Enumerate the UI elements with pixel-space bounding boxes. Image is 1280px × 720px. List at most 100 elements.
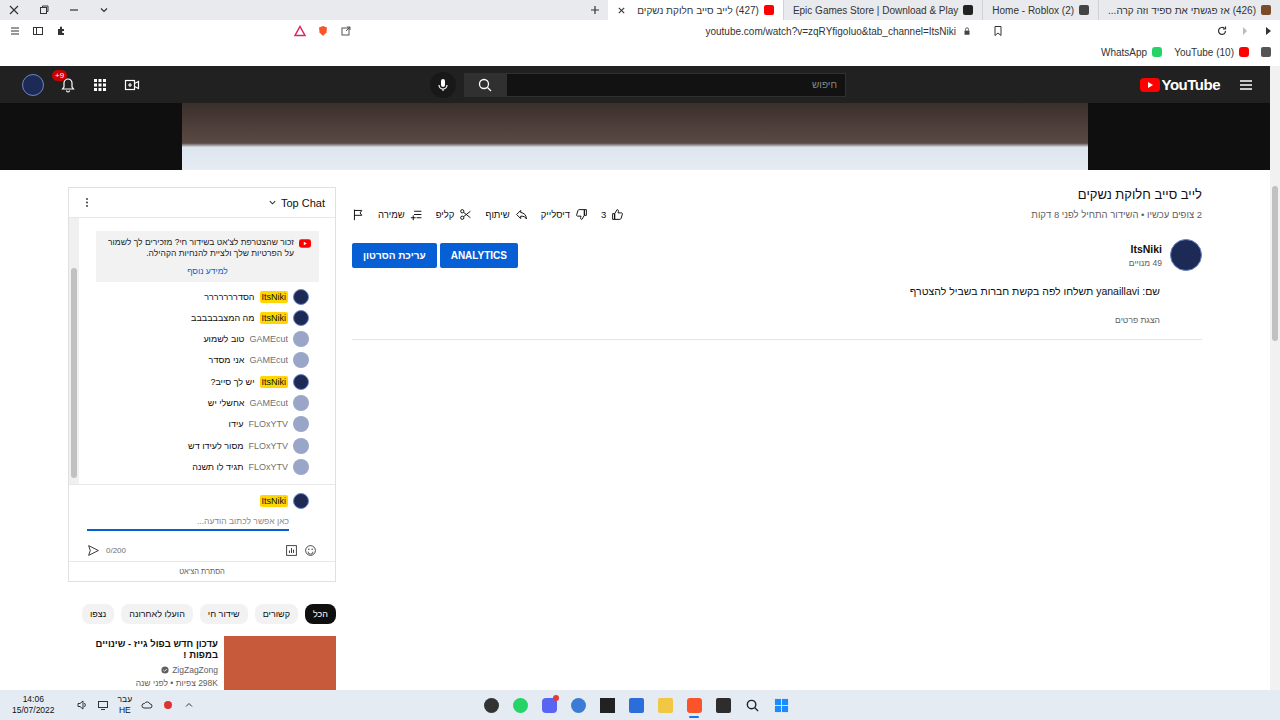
show-more-link[interactable]: הצגת פרטים bbox=[352, 315, 1160, 325]
network-icon[interactable] bbox=[97, 699, 109, 711]
apps-icon[interactable] bbox=[92, 77, 108, 93]
epic-games-icon[interactable] bbox=[596, 692, 618, 718]
filter-chip[interactable]: הועלו לאחרונה bbox=[121, 604, 193, 624]
brave-shield-icon[interactable] bbox=[317, 25, 329, 37]
folder-icon[interactable] bbox=[654, 692, 676, 718]
discord-icon[interactable] bbox=[538, 692, 560, 718]
bookmark[interactable]: WhatsApp bbox=[1101, 47, 1162, 58]
message-author[interactable]: FLOxYTV bbox=[248, 441, 288, 451]
search-taskbar-icon[interactable] bbox=[741, 692, 763, 718]
antivirus-icon[interactable] bbox=[162, 699, 174, 711]
poll-icon[interactable] bbox=[285, 544, 298, 557]
sidebar-icon[interactable] bbox=[32, 25, 44, 37]
search-button[interactable] bbox=[464, 73, 506, 97]
obs-icon[interactable] bbox=[480, 692, 502, 718]
back-icon[interactable] bbox=[1239, 25, 1251, 37]
message-author[interactable]: GAMEcut bbox=[249, 334, 288, 344]
brave-icon[interactable] bbox=[683, 692, 705, 718]
menu-icon[interactable] bbox=[9, 25, 21, 37]
chat-message-input[interactable]: כאן אפשר לכתוב הודעה... bbox=[87, 514, 289, 531]
lock-icon[interactable] bbox=[962, 26, 972, 36]
bookmark-icon[interactable] bbox=[992, 25, 1004, 37]
share-page-icon[interactable] bbox=[340, 25, 352, 37]
store-icon[interactable] bbox=[625, 692, 647, 718]
search-input[interactable]: חיפוש bbox=[506, 73, 846, 97]
create-icon[interactable] bbox=[124, 77, 140, 93]
message-author[interactable]: FLOxYTV bbox=[248, 462, 288, 472]
whatsapp-icon[interactable] bbox=[509, 692, 531, 718]
video-action[interactable]: שמירה bbox=[378, 208, 423, 221]
action-label: שמירה bbox=[378, 209, 405, 220]
browser-tab[interactable]: (427) לייב סייב חלוקת נשקים bbox=[608, 0, 783, 20]
message-author[interactable]: ItsNiki bbox=[260, 291, 289, 303]
bookmark[interactable]: (10) YouTube bbox=[1174, 47, 1249, 58]
message-author[interactable]: FLOxYTV bbox=[248, 419, 288, 429]
message-text: טוב לשמוע bbox=[203, 334, 244, 344]
message-author[interactable]: ItsNiki bbox=[260, 312, 289, 324]
report-flag-icon[interactable] bbox=[352, 208, 365, 221]
filter-chip[interactable]: שידור חי bbox=[200, 604, 248, 624]
volume-icon[interactable] bbox=[76, 699, 88, 711]
extensions-icon[interactable] bbox=[55, 25, 67, 37]
video-action[interactable]: קליפ bbox=[436, 208, 473, 221]
channel-name[interactable]: ItsNiki bbox=[1129, 243, 1162, 255]
youtube-logo[interactable]: YouTube bbox=[1140, 76, 1220, 93]
address-text[interactable]: youtube.com/watch?v=zqRYfigoluo&tab_chan… bbox=[705, 26, 956, 37]
cloud-icon[interactable] bbox=[141, 699, 153, 711]
message-author[interactable]: GAMEcut bbox=[249, 398, 288, 408]
restore-window-icon[interactable] bbox=[39, 5, 49, 15]
video-action[interactable]: שיתוף bbox=[485, 208, 527, 221]
video-frame[interactable] bbox=[182, 103, 1088, 170]
primary-column: לייב סייב חלוקת נשקים2 צופים עכשיו • השי… bbox=[352, 185, 1202, 690]
chat-scrollbar[interactable] bbox=[69, 218, 79, 484]
emoji-icon[interactable] bbox=[304, 544, 317, 557]
video-action[interactable]: 3 bbox=[601, 208, 624, 221]
video-action[interactable]: דיסלייק bbox=[541, 208, 588, 221]
owner-button[interactable]: ANALYTICS bbox=[440, 243, 518, 268]
filter-chip[interactable]: קשורים bbox=[255, 604, 298, 624]
clock[interactable]: 14:0615/07/2022 bbox=[12, 694, 55, 715]
close-tab-icon[interactable] bbox=[617, 6, 626, 15]
video-player[interactable] bbox=[0, 103, 1270, 170]
notifications-button[interactable]: +9 bbox=[60, 77, 76, 93]
message-author[interactable]: ItsNiki bbox=[260, 376, 289, 388]
voice-search-button[interactable] bbox=[430, 72, 456, 98]
video-thumbnail[interactable] bbox=[224, 636, 336, 690]
recommendation-channel[interactable]: ZigZagZong bbox=[68, 665, 218, 675]
close-window-icon[interactable] bbox=[9, 5, 19, 15]
owner-button[interactable]: עריכת הסרטון bbox=[352, 243, 437, 268]
forward-icon[interactable] bbox=[1262, 25, 1274, 37]
message-text: אני מסדר bbox=[209, 355, 245, 365]
rewards-icon[interactable] bbox=[294, 25, 306, 37]
learn-more-link[interactable]: למידע נוסף bbox=[104, 266, 311, 276]
browser-tab[interactable]: (426) אז פגשתי את ספיד וזה קרה... bbox=[1098, 0, 1280, 20]
new-tab-icon[interactable] bbox=[590, 5, 600, 15]
favicon-icon bbox=[963, 5, 973, 15]
browser-tab[interactable]: Epic Games Store | Download & Play bbox=[783, 0, 982, 20]
tray-expand-icon[interactable] bbox=[183, 699, 195, 711]
filter-chip[interactable]: הכל bbox=[305, 604, 336, 624]
browser-tab[interactable]: (2) Home - Roblox bbox=[982, 0, 1098, 20]
bookmark-site-icon[interactable] bbox=[1261, 47, 1271, 57]
channel-avatar-icon[interactable] bbox=[1170, 239, 1202, 271]
start-icon[interactable] bbox=[770, 692, 792, 718]
recommended-video[interactable]: עדכון חדש בפול גייז - שינויים במפות ! Zig… bbox=[68, 636, 336, 690]
hamburger-icon[interactable] bbox=[1238, 77, 1254, 93]
edge-icon[interactable] bbox=[567, 692, 589, 718]
page-scrollbar[interactable] bbox=[1270, 66, 1280, 690]
address-bar[interactable]: youtube.com/watch?v=zqRYfigoluo&tab_chan… bbox=[364, 25, 1204, 37]
minimize-window-icon[interactable] bbox=[69, 5, 79, 15]
reload-icon[interactable] bbox=[1216, 25, 1228, 37]
hide-chat-button[interactable]: הסתרת הצ'אט bbox=[69, 561, 335, 581]
terminal-icon[interactable] bbox=[712, 692, 734, 718]
message-author[interactable]: GAMEcut bbox=[249, 355, 288, 365]
recommendation-title[interactable]: עדכון חדש בפול גייז - שינויים במפות ! bbox=[68, 638, 218, 660]
send-icon[interactable] bbox=[87, 544, 100, 557]
tab-search-icon[interactable] bbox=[99, 5, 109, 15]
language-indicator[interactable]: עברHE bbox=[118, 694, 133, 715]
chat-mode-dropdown[interactable]: Top Chat bbox=[268, 197, 325, 209]
favicon-icon bbox=[764, 5, 774, 15]
more-options-icon[interactable] bbox=[85, 197, 89, 208]
account-avatar-icon[interactable] bbox=[22, 74, 44, 96]
filter-chip[interactable]: נצפו bbox=[82, 604, 114, 624]
